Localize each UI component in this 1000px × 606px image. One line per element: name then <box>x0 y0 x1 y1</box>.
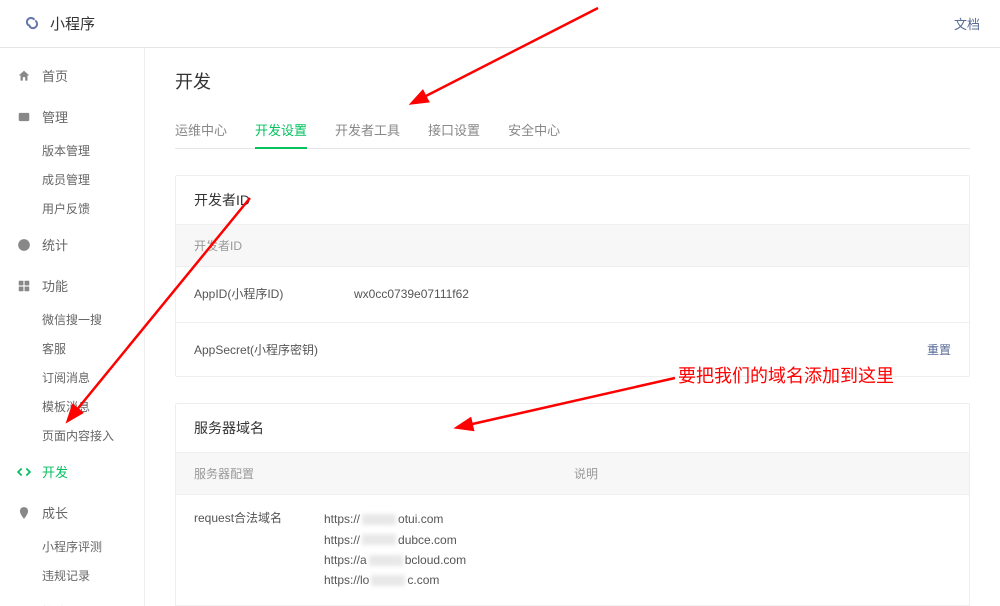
tab-ops[interactable]: 运维中心 <box>175 112 227 149</box>
sidebar-item-stats[interactable]: 统计 <box>0 225 144 264</box>
tab-dev-settings[interactable]: 开发设置 <box>255 112 307 149</box>
sidebar-sub-version[interactable]: 版本管理 <box>0 136 144 165</box>
sidebar-label: 推广 <box>42 602 68 606</box>
sidebar-label: 功能 <box>42 276 68 295</box>
home-icon <box>16 68 32 84</box>
main-container: 首页 管理 版本管理 成员管理 用户反馈 统计 功能 微信搜一搜 客服 <box>0 48 1000 606</box>
growth-icon <box>16 505 32 521</box>
sidebar-item-home[interactable]: 首页 <box>0 56 144 95</box>
sidebar-sub-subscribe[interactable]: 订阅消息 <box>0 363 144 392</box>
appid-row: AppID(小程序ID) wx0cc0739e07111f62 <box>176 266 969 322</box>
header-left: 小程序 <box>20 13 95 35</box>
tab-api-settings[interactable]: 接口设置 <box>428 112 480 149</box>
sidebar-item-develop[interactable]: 开发 <box>0 452 144 491</box>
sidebar-label: 开发 <box>42 462 68 481</box>
sidebar: 首页 管理 版本管理 成员管理 用户反馈 统计 功能 微信搜一搜 客服 <box>0 48 145 606</box>
sidebar-item-features[interactable]: 功能 <box>0 266 144 305</box>
stats-icon <box>16 237 32 253</box>
app-header: 小程序 文档 <box>0 0 1000 48</box>
appid-value: wx0cc0739e07111f62 <box>354 285 951 304</box>
grid-icon <box>16 278 32 294</box>
sidebar-sub-service[interactable]: 客服 <box>0 334 144 363</box>
tab-dev-tools[interactable]: 开发者工具 <box>335 112 400 149</box>
appid-label: AppID(小程序ID) <box>194 285 354 302</box>
app-title: 小程序 <box>50 13 95 34</box>
page-title: 开发 <box>175 68 970 94</box>
request-values: https://otui.com https://dubce.com https… <box>324 509 574 591</box>
col-config-label: 服务器配置 <box>194 465 574 482</box>
sidebar-sub-violation[interactable]: 违规记录 <box>0 561 144 590</box>
appsecret-row: AppSecret(小程序密钥) 重置 <box>176 322 969 376</box>
blurred-text <box>362 534 396 545</box>
reset-secret-link[interactable]: 重置 <box>927 341 951 358</box>
tab-security[interactable]: 安全中心 <box>508 112 560 149</box>
request-label: request合法域名 <box>194 509 324 591</box>
sidebar-item-manage[interactable]: 管理 <box>0 97 144 136</box>
server-domain-section: 服务器域名 服务器配置 说明 request合法域名 https://otui.… <box>175 403 970 606</box>
sidebar-sub-feedback[interactable]: 用户反馈 <box>0 194 144 223</box>
server-table-head: 服务器配置 说明 <box>176 453 969 494</box>
sidebar-item-growth[interactable]: 成长 <box>0 493 144 532</box>
appsecret-label: AppSecret(小程序密钥) <box>194 341 354 358</box>
sidebar-sub-template[interactable]: 模板消息 <box>0 392 144 421</box>
sidebar-label: 首页 <box>42 66 68 85</box>
sidebar-label: 成长 <box>42 503 68 522</box>
sidebar-item-promo[interactable]: 推广 <box>0 592 144 606</box>
section-title: 服务器域名 <box>176 404 969 453</box>
manage-icon <box>16 109 32 125</box>
request-domain-row: request合法域名 https://otui.com https://dub… <box>176 494 969 605</box>
col-desc-label: 说明 <box>574 465 951 482</box>
blurred-text <box>369 555 403 566</box>
code-icon <box>16 464 32 480</box>
blurred-text <box>362 514 396 525</box>
sidebar-sub-search[interactable]: 微信搜一搜 <box>0 305 144 334</box>
sidebar-sub-members[interactable]: 成员管理 <box>0 165 144 194</box>
tabs: 运维中心 开发设置 开发者工具 接口设置 安全中心 <box>175 112 970 149</box>
miniprogram-logo-icon <box>20 13 42 35</box>
sidebar-sub-eval[interactable]: 小程序评测 <box>0 532 144 561</box>
blurred-text <box>371 575 405 586</box>
section-title: 开发者ID <box>176 176 969 225</box>
sidebar-label: 管理 <box>42 107 68 126</box>
sidebar-sub-pagecontent[interactable]: 页面内容接入 <box>0 421 144 450</box>
developer-id-section: 开发者ID 开发者ID AppID(小程序ID) wx0cc0739e07111… <box>175 175 970 377</box>
main-content: 开发 运维中心 开发设置 开发者工具 接口设置 安全中心 开发者ID 开发者ID… <box>145 48 1000 606</box>
section-subhead: 开发者ID <box>176 225 969 266</box>
sidebar-label: 统计 <box>42 235 68 254</box>
docs-link[interactable]: 文档 <box>954 14 980 33</box>
